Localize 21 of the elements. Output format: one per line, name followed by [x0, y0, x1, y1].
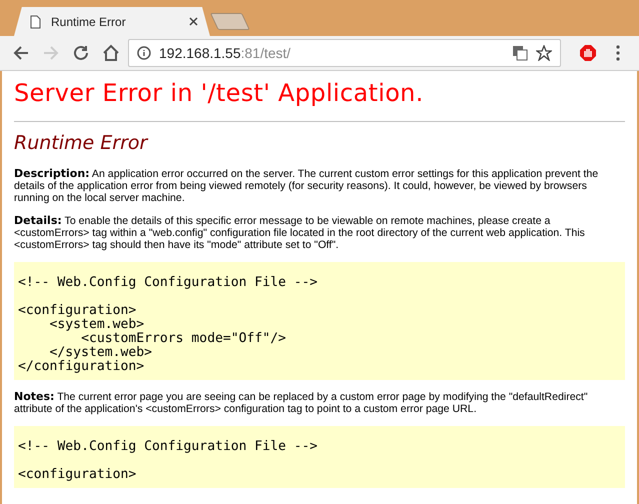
error-paragraph: Description: An application error occurred on the server. The current custom error settings for this application prevent the details of the application error from being viewed remotely (for security reasons). It could, however, be viewed by browsers running on the local server machine.: [14, 168, 600, 204]
error-title: Runtime Error: [14, 132, 150, 154]
error-paragraph: Details: To enable the details of this specific error message to be viewable on remote machines, please create a <customErrors> tag within a "web.config" configuration file located in the root directory of the current web application. This <customErrors> tag should then have its "mode" attribute set to "Off".: [14, 215, 586, 251]
code-line: <configuration>: [18, 304, 138, 318]
code-line: <!-- Web.Config Configuration File -->: [18, 440, 319, 454]
browser-tab[interactable]: Runtime Error: [14, 7, 210, 36]
close-icon[interactable]: [189, 17, 198, 26]
url-text: 192.168.1.55:81/test/: [159, 45, 292, 61]
code-line: <configuration>: [18, 468, 138, 482]
star-icon[interactable]: [536, 45, 552, 61]
document-icon: [30, 14, 41, 28]
error-paragraph: Notes: The current error page you are seeing can be replaced by a custom error page by modifying the "defaultRedirect" attribute of the application's <customErrors> configuration tag to point to a custom error page URL.: [14, 391, 589, 415]
address-bar[interactable]: 192.168.1.55:81/test/: [128, 39, 561, 67]
info-icon[interactable]: [137, 46, 151, 60]
code-line: </configuration>: [18, 360, 146, 374]
translate-icon[interactable]: [512, 45, 528, 61]
code-line: <!-- Web.Config Configuration File -->: [18, 276, 319, 290]
page-heading: Server Error in '/test' Application.: [14, 79, 625, 122]
code-line: <customErrors mode="Off"/>: [80, 332, 288, 346]
code-line: <system.web>: [48, 318, 146, 332]
code-line: </system.web>: [48, 346, 154, 360]
